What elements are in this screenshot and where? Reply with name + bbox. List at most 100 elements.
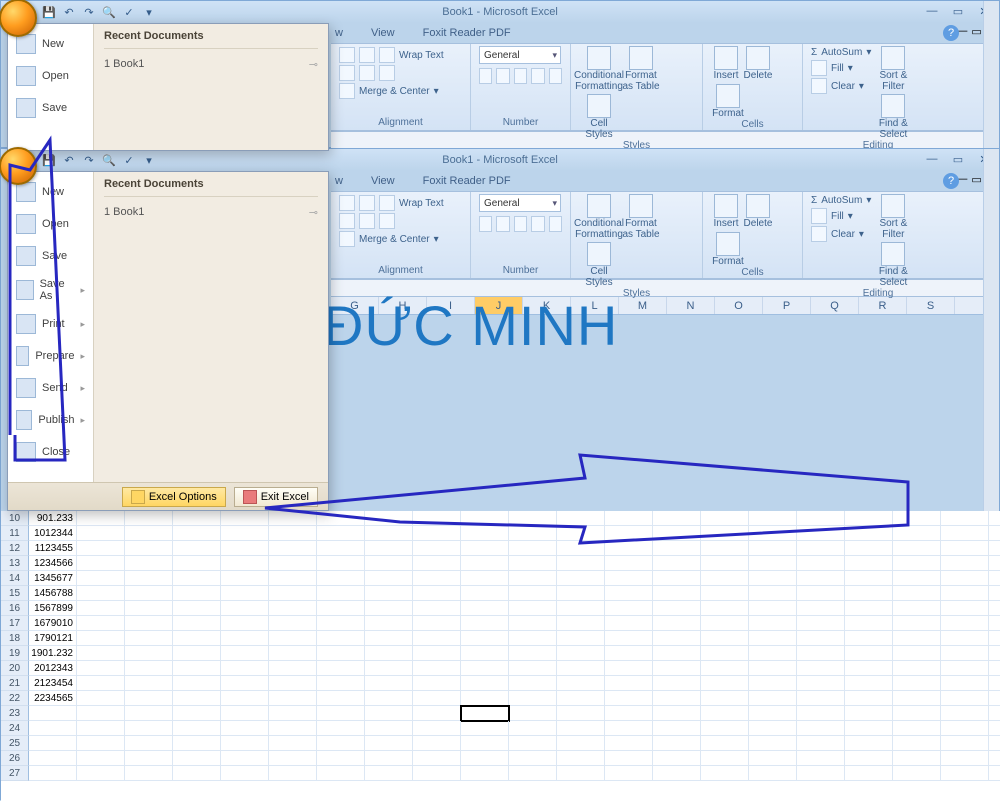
cell[interactable] bbox=[173, 631, 221, 646]
office-menu-publish[interactable]: Publish▸ bbox=[8, 404, 93, 436]
cell[interactable] bbox=[749, 526, 797, 541]
cell[interactable] bbox=[269, 526, 317, 541]
cell[interactable] bbox=[461, 706, 509, 721]
cell[interactable] bbox=[557, 556, 605, 571]
cell[interactable] bbox=[365, 751, 413, 766]
cell[interactable] bbox=[941, 721, 989, 736]
cell[interactable] bbox=[269, 721, 317, 736]
clear-icon[interactable] bbox=[811, 226, 827, 242]
cell[interactable] bbox=[797, 661, 845, 676]
cell[interactable] bbox=[461, 511, 509, 526]
merge-icon[interactable] bbox=[339, 231, 355, 247]
cell[interactable] bbox=[845, 631, 893, 646]
redo-icon[interactable]: ↷ bbox=[81, 4, 97, 20]
cell[interactable] bbox=[941, 691, 989, 706]
cell[interactable] bbox=[845, 541, 893, 556]
restore-button[interactable]: ▭ bbox=[947, 5, 969, 19]
cell[interactable] bbox=[269, 571, 317, 586]
cell[interactable] bbox=[269, 691, 317, 706]
cell[interactable] bbox=[77, 646, 125, 661]
cell[interactable] bbox=[797, 616, 845, 631]
cell[interactable] bbox=[317, 691, 365, 706]
conditional-formatting-button[interactable]: Conditional Formatting bbox=[579, 46, 619, 92]
cell[interactable] bbox=[317, 721, 365, 736]
align-left-icon[interactable] bbox=[339, 195, 355, 211]
cell[interactable] bbox=[557, 571, 605, 586]
fill-button[interactable]: Fill bbox=[831, 63, 844, 74]
cell[interactable] bbox=[701, 526, 749, 541]
cell[interactable] bbox=[845, 736, 893, 751]
cell[interactable] bbox=[509, 631, 557, 646]
spelling-icon[interactable]: ✓ bbox=[121, 152, 137, 168]
cell[interactable] bbox=[365, 511, 413, 526]
cell[interactable] bbox=[221, 586, 269, 601]
cell[interactable] bbox=[509, 646, 557, 661]
print-preview-icon[interactable]: 🔍 bbox=[101, 4, 117, 20]
cell[interactable] bbox=[365, 706, 413, 721]
cell[interactable] bbox=[797, 766, 845, 781]
cell[interactable] bbox=[893, 556, 941, 571]
cell[interactable] bbox=[797, 736, 845, 751]
cell[interactable] bbox=[605, 676, 653, 691]
cell[interactable] bbox=[941, 556, 989, 571]
cell[interactable] bbox=[509, 766, 557, 781]
tab-partial[interactable]: w bbox=[331, 25, 347, 41]
cell[interactable] bbox=[893, 526, 941, 541]
office-menu-save[interactable]: Save bbox=[8, 92, 93, 124]
cell[interactable] bbox=[509, 676, 557, 691]
cell[interactable] bbox=[413, 586, 461, 601]
cell[interactable] bbox=[413, 691, 461, 706]
cell[interactable] bbox=[605, 541, 653, 556]
cell[interactable] bbox=[77, 511, 125, 526]
cell[interactable] bbox=[605, 571, 653, 586]
column-header-O[interactable]: O bbox=[715, 297, 763, 314]
cell[interactable] bbox=[749, 691, 797, 706]
cell[interactable] bbox=[221, 661, 269, 676]
print-preview-icon[interactable]: 🔍 bbox=[101, 152, 117, 168]
cell[interactable] bbox=[461, 601, 509, 616]
cell[interactable] bbox=[461, 751, 509, 766]
cell[interactable]: 901.233 bbox=[29, 511, 77, 526]
cell[interactable] bbox=[605, 736, 653, 751]
cell[interactable] bbox=[77, 721, 125, 736]
number-format-dropdown[interactable]: General bbox=[479, 46, 561, 64]
row-header-19[interactable]: 19 bbox=[1, 646, 29, 661]
cell[interactable]: 1345677 bbox=[29, 571, 77, 586]
cell[interactable]: 2234565 bbox=[29, 691, 77, 706]
autosum-button[interactable]: AutoSum bbox=[821, 195, 862, 206]
cell[interactable] bbox=[413, 661, 461, 676]
cell[interactable] bbox=[29, 736, 77, 751]
cell[interactable] bbox=[845, 556, 893, 571]
cell[interactable] bbox=[653, 616, 701, 631]
cell[interactable] bbox=[941, 526, 989, 541]
cell[interactable] bbox=[701, 556, 749, 571]
cell[interactable] bbox=[509, 571, 557, 586]
cell[interactable] bbox=[77, 601, 125, 616]
cell[interactable] bbox=[701, 766, 749, 781]
cell[interactable] bbox=[461, 556, 509, 571]
cell[interactable] bbox=[893, 661, 941, 676]
vertical-scrollbar[interactable] bbox=[983, 1, 999, 149]
cell[interactable] bbox=[461, 691, 509, 706]
cell[interactable] bbox=[557, 631, 605, 646]
cell[interactable] bbox=[269, 556, 317, 571]
tab-foxit[interactable]: Foxit Reader PDF bbox=[419, 25, 515, 41]
cell[interactable] bbox=[413, 721, 461, 736]
cell[interactable] bbox=[845, 511, 893, 526]
cell[interactable] bbox=[653, 676, 701, 691]
inc-decimal-icon[interactable] bbox=[531, 68, 544, 84]
cell[interactable] bbox=[893, 691, 941, 706]
cell[interactable] bbox=[749, 706, 797, 721]
cell[interactable] bbox=[653, 721, 701, 736]
clear-button[interactable]: Clear bbox=[831, 81, 855, 92]
cell[interactable] bbox=[893, 646, 941, 661]
find-select-button[interactable]: Find & Select bbox=[875, 242, 911, 288]
cell[interactable] bbox=[605, 556, 653, 571]
cell[interactable] bbox=[509, 736, 557, 751]
cell[interactable] bbox=[605, 586, 653, 601]
cell[interactable] bbox=[125, 616, 173, 631]
indent-dec-icon[interactable] bbox=[339, 213, 355, 229]
cell[interactable] bbox=[701, 751, 749, 766]
office-menu-print[interactable]: Print▸ bbox=[8, 308, 93, 340]
cell[interactable] bbox=[317, 766, 365, 781]
